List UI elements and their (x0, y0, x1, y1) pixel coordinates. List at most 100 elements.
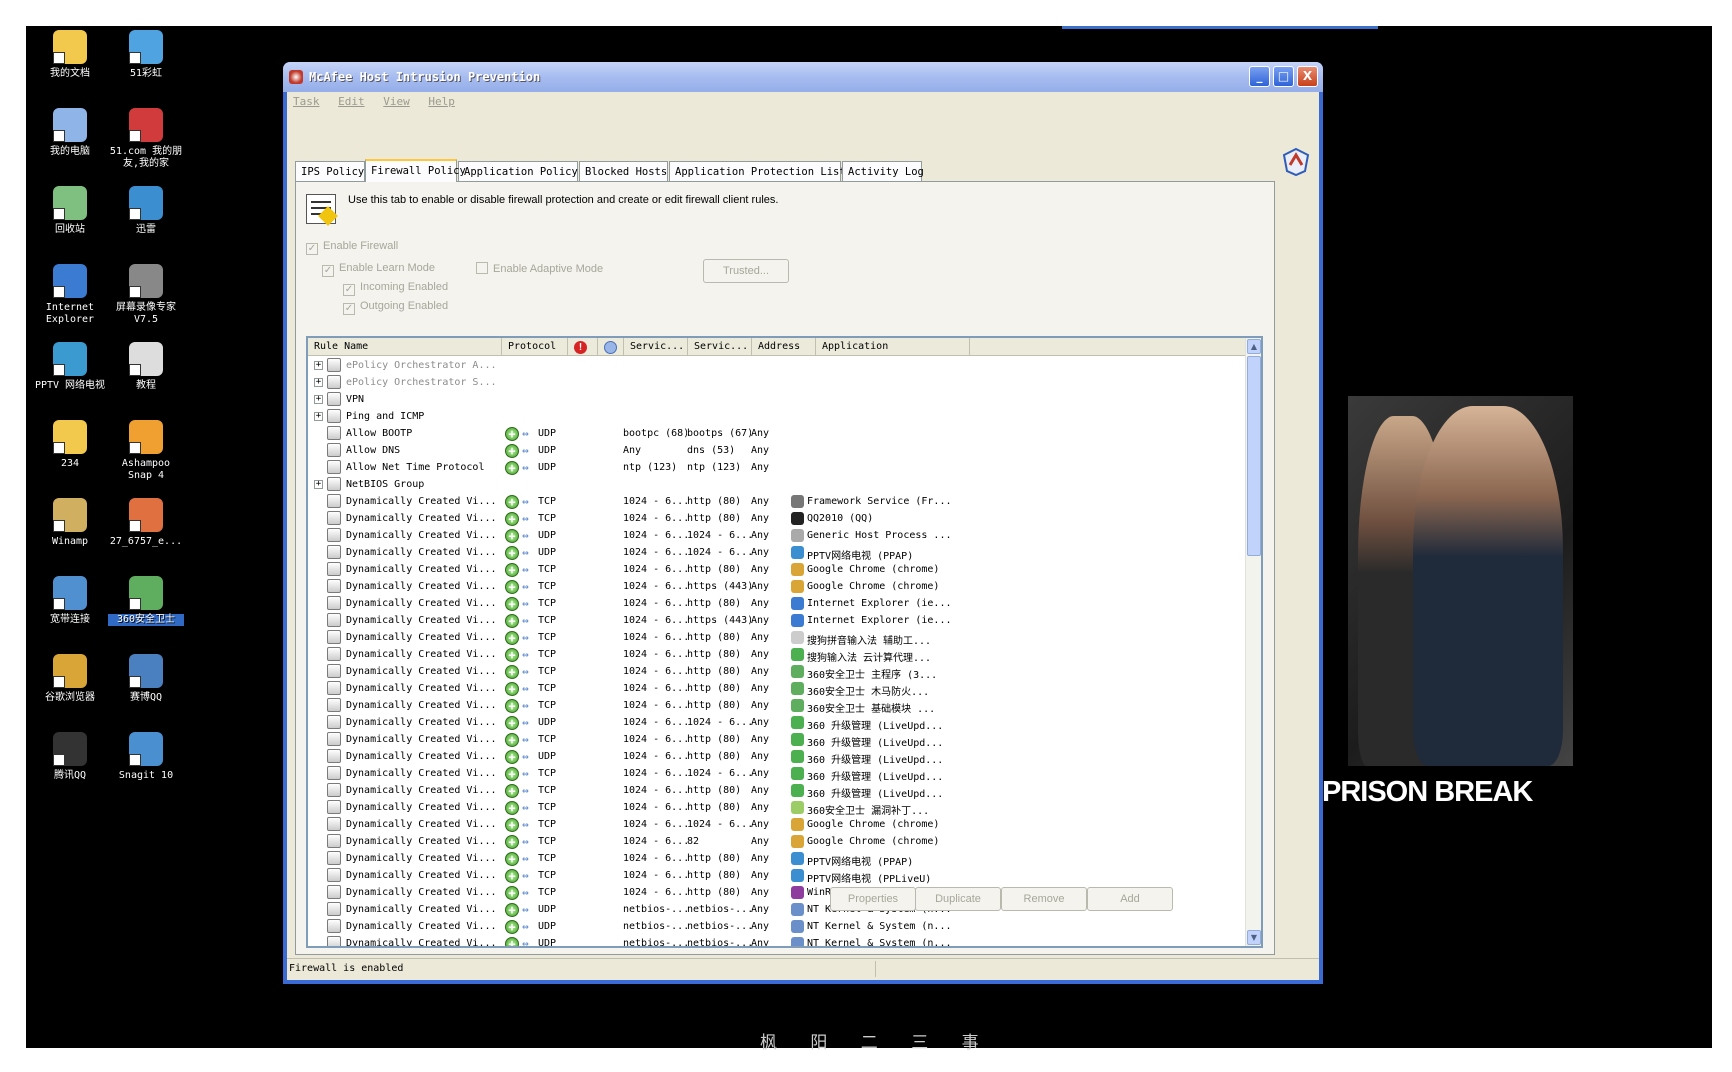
table-row[interactable]: + NetBIOS Group (308, 476, 1248, 493)
desktop-icon[interactable]: PPTV 网络电视 (32, 342, 108, 392)
desktop-icon[interactable]: 27_6757_e... (108, 498, 184, 548)
rule-application: Google Chrome (chrome) (807, 819, 940, 830)
desktop-icon[interactable]: 宽带连接 (32, 576, 108, 626)
col-application[interactable]: Application (816, 338, 970, 356)
duplicate-button[interactable]: Duplicate (915, 887, 1001, 911)
vertical-scrollbar[interactable]: ▲ ▼ (1245, 338, 1261, 946)
table-row[interactable]: Dynamically Created Vi... + ⇔ TCP 1024 - 6..… (308, 850, 1248, 868)
tab-blocked-hosts[interactable]: Blocked Hosts (579, 161, 668, 181)
table-row[interactable]: Dynamically Created Vi... + ⇔ TCP 1024 - 6..… (308, 561, 1248, 578)
rule-protocol: TCP (538, 564, 557, 575)
tab-activity-log[interactable]: Activity Log (842, 161, 924, 181)
desktop-icon[interactable]: 腾讯QQ (32, 732, 108, 782)
desktop-icon[interactable]: 谷歌浏览器 (32, 654, 108, 704)
close-button[interactable]: X (1297, 66, 1318, 87)
tab-application-policy[interactable]: Application Policy (458, 161, 578, 181)
table-row[interactable]: Dynamically Created Vi... + ⇔ UDP netbios-..… (308, 935, 1248, 946)
table-row[interactable]: Dynamically Created Vi... + ⇔ TCP 1024 - 6..… (308, 799, 1248, 817)
table-row[interactable]: Dynamically Created Vi... + ⇔ UDP netbios-..… (308, 918, 1248, 935)
expand-icon[interactable]: + (314, 378, 323, 387)
enable-learn-mode-checkbox[interactable]: ✓ Enable Learn Mode (322, 262, 435, 277)
incoming-enabled-checkbox[interactable]: ✓ Incoming Enabled (343, 281, 448, 296)
desktop-icon[interactable]: 51.com 我的朋友,我的家 (108, 108, 184, 170)
table-row[interactable]: Dynamically Created Vi... + ⇔ TCP 1024 - 6..… (308, 731, 1248, 749)
table-row[interactable]: Dynamically Created Vi... + ⇔ TCP 1024 - 6..… (308, 493, 1248, 510)
desktop-icon[interactable]: Ashampoo Snap 4 (108, 420, 184, 482)
table-row[interactable]: Dynamically Created Vi... + ⇔ UDP 1024 - 6..… (308, 714, 1248, 732)
expand-icon[interactable]: + (314, 361, 323, 370)
minimize-button[interactable]: _ (1249, 66, 1270, 87)
table-row[interactable]: Dynamically Created Vi... + ⇔ TCP 1024 - 6..… (308, 833, 1248, 850)
table-row[interactable]: Dynamically Created Vi... + ⇔ TCP 1024 - 6..… (308, 697, 1248, 715)
rule-icon (327, 919, 341, 933)
desktop-icon[interactable]: 51彩虹 (108, 30, 184, 80)
desktop-icon[interactable]: 我的电脑 (32, 108, 108, 158)
desktop-icon[interactable]: 360安全卫士 (108, 576, 184, 626)
col-alert[interactable]: ! (568, 338, 598, 356)
allow-icon: + (505, 801, 519, 815)
table-row[interactable]: Dynamically Created Vi... + ⇔ UDP 1024 - 6..… (308, 748, 1248, 766)
col-local-service[interactable]: Servic... (624, 338, 688, 356)
table-row[interactable]: Dynamically Created Vi... + ⇔ TCP 1024 - 6..… (308, 816, 1248, 833)
expand-icon[interactable]: + (314, 480, 323, 489)
table-row[interactable]: Dynamically Created Vi... + ⇔ TCP 1024 - 6..… (308, 510, 1248, 527)
scroll-thumb[interactable] (1247, 356, 1261, 556)
col-protocol[interactable]: Protocol (502, 338, 568, 356)
table-row[interactable]: Dynamically Created Vi... + ⇔ TCP 1024 - 6..… (308, 646, 1248, 664)
table-row[interactable]: Dynamically Created Vi... + ⇔ TCP 1024 - 6..… (308, 867, 1248, 885)
table-row[interactable]: + Ping and ICMP (308, 408, 1248, 425)
table-row[interactable]: Dynamically Created Vi... + ⇔ TCP 1024 - 6..… (308, 629, 1248, 647)
menu-view[interactable]: View (377, 92, 416, 108)
tab-firewall-policy[interactable]: Firewall Policy (365, 159, 466, 182)
enable-firewall-checkbox[interactable]: ✓ Enable Firewall (306, 240, 398, 255)
trusted-button[interactable]: Trusted... (703, 259, 789, 283)
expand-icon[interactable]: + (314, 412, 323, 421)
table-row[interactable]: + ePolicy Orchestrator S... (308, 374, 1248, 391)
table-row[interactable]: Allow DNS + ⇔ UDP Any dns (53) Any (308, 442, 1248, 459)
tab-application-protection-list[interactable]: Application Protection List (669, 161, 846, 181)
desktop-icon[interactable]: Internet Explorer (32, 264, 108, 326)
col-address[interactable]: Address (752, 338, 816, 356)
outgoing-enabled-checkbox[interactable]: ✓ Outgoing Enabled (343, 300, 448, 315)
properties-button[interactable]: Properties (830, 887, 916, 911)
desktop-icon[interactable]: Snagit 10 (108, 732, 184, 782)
add-button[interactable]: Add (1087, 887, 1173, 911)
table-row[interactable]: + ePolicy Orchestrator A... (308, 357, 1248, 374)
scroll-down-icon[interactable]: ▼ (1247, 930, 1261, 945)
rule-protocol: TCP (538, 632, 557, 643)
table-row[interactable]: Dynamically Created Vi... + ⇔ TCP 1024 - 6..… (308, 578, 1248, 595)
desktop-icon[interactable]: 赛博QQ (108, 654, 184, 704)
menu-task[interactable]: Task (287, 92, 326, 108)
desktop-icon[interactable]: 教程 (108, 342, 184, 392)
col-time[interactable] (598, 338, 624, 356)
menu-help[interactable]: Help (422, 92, 461, 108)
desktop-icon[interactable]: 我的文档 (32, 30, 108, 80)
mcafee-shield-icon (1282, 147, 1310, 177)
table-row[interactable]: + VPN (308, 391, 1248, 408)
table-row[interactable]: Allow BOOTP + ⇔ UDP bootpc (68) bootps (67) An… (308, 425, 1248, 442)
table-row[interactable]: Dynamically Created Vi... + ⇔ UDP 1024 - 6..… (308, 527, 1248, 544)
table-row[interactable]: Allow Net Time Protocol + ⇔ UDP ntp (123) ntp… (308, 459, 1248, 476)
tab-ips-policy[interactable]: IPS Policy (295, 161, 365, 181)
desktop-icon[interactable]: Winamp (32, 498, 108, 548)
scroll-up-icon[interactable]: ▲ (1247, 339, 1261, 354)
title-bar[interactable]: McAfee Host Intrusion Prevention _ □ X (283, 62, 1323, 92)
maximize-button[interactable]: □ (1273, 66, 1294, 87)
table-row[interactable]: Dynamically Created Vi... + ⇔ TCP 1024 - 6..… (308, 663, 1248, 681)
desktop-icon[interactable]: 回收站 (32, 186, 108, 236)
col-rule-name[interactable]: Rule Name (308, 338, 502, 356)
expand-icon[interactable]: + (314, 395, 323, 404)
desktop-icon[interactable]: 迅雷 (108, 186, 184, 236)
table-row[interactable]: Dynamically Created Vi... + ⇔ TCP 1024 - 6..… (308, 765, 1248, 783)
menu-edit[interactable]: Edit (332, 92, 371, 108)
table-row[interactable]: Dynamically Created Vi... + ⇔ TCP 1024 - 6..… (308, 612, 1248, 629)
desktop-icon[interactable]: 234 (32, 420, 108, 470)
table-row[interactable]: Dynamically Created Vi... + ⇔ UDP 1024 - 6..… (308, 544, 1248, 562)
remove-button[interactable]: Remove (1001, 887, 1087, 911)
table-row[interactable]: Dynamically Created Vi... + ⇔ TCP 1024 - 6..… (308, 680, 1248, 698)
desktop-icon[interactable]: 屏幕录像专家 V7.5 (108, 264, 184, 326)
col-remote-service[interactable]: Servic... (688, 338, 752, 356)
table-row[interactable]: Dynamically Created Vi... + ⇔ TCP 1024 - 6..… (308, 595, 1248, 612)
enable-adaptive-mode-checkbox[interactable]: Enable Adaptive Mode (476, 262, 603, 275)
table-row[interactable]: Dynamically Created Vi... + ⇔ TCP 1024 - 6..… (308, 782, 1248, 800)
